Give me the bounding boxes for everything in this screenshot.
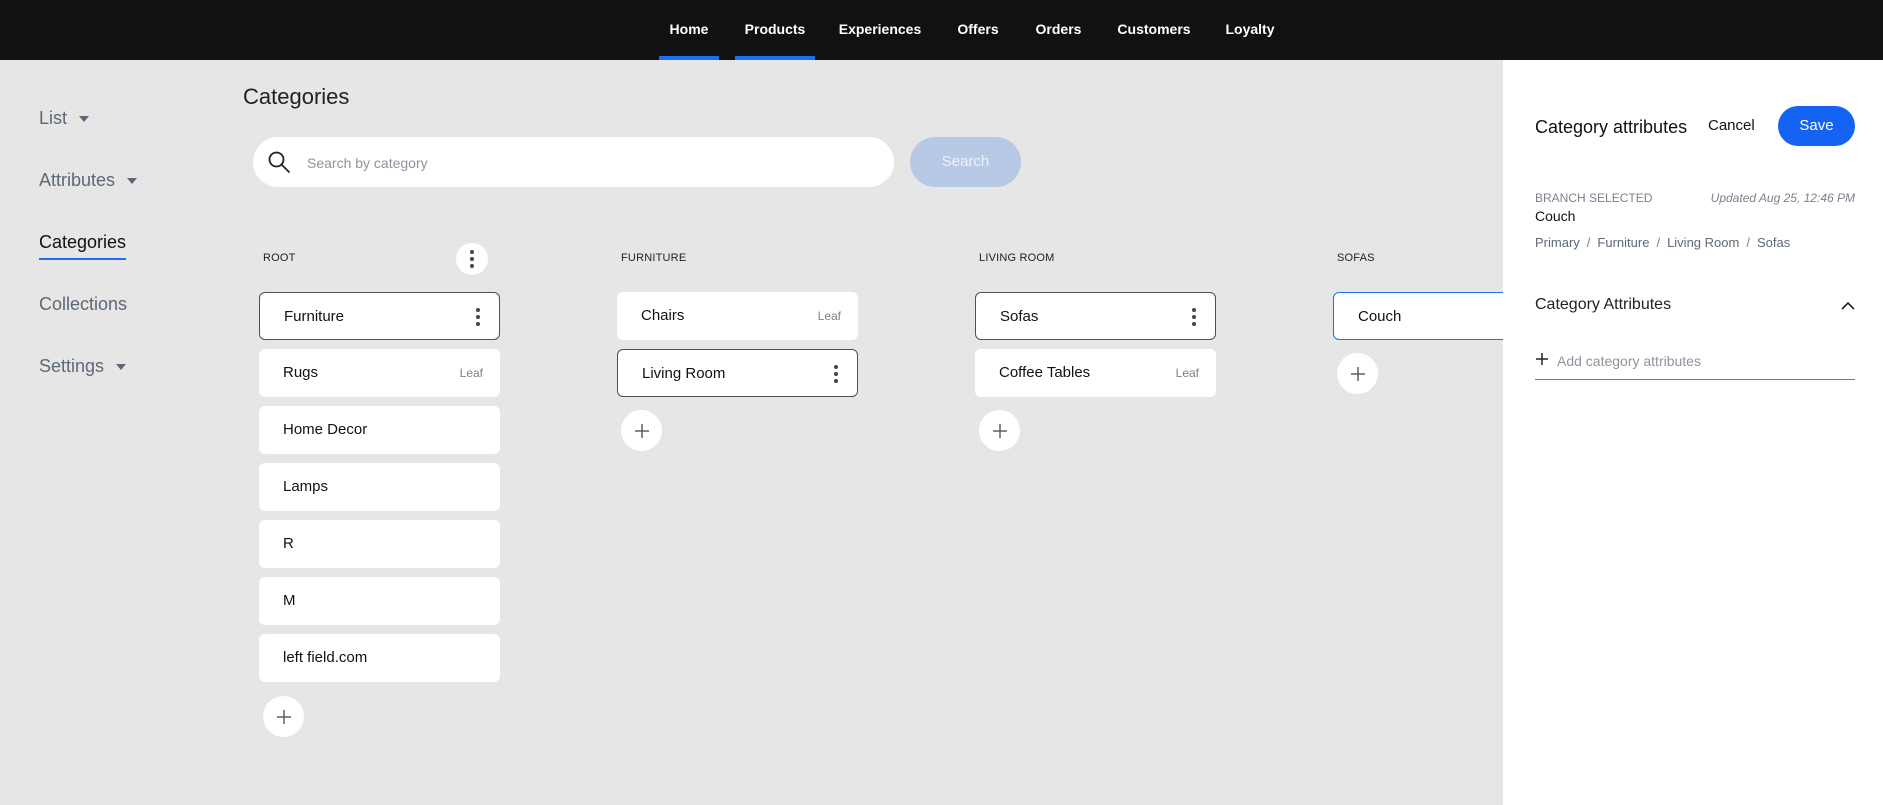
category-attributes-panel: Category attributes Cancel Save BRANCH S… xyxy=(1503,60,1883,805)
sidebar-item-categories[interactable]: Categories xyxy=(39,232,127,260)
sidebar-item-label: Collections xyxy=(39,294,128,314)
add-category-button[interactable] xyxy=(263,696,304,737)
sidebar-item-settings[interactable]: Settings xyxy=(39,356,127,377)
plus-icon xyxy=(1535,352,1549,371)
category-label: Chairs xyxy=(641,307,685,324)
category-label: Lamps xyxy=(283,478,329,495)
more-vertical-icon[interactable] xyxy=(831,364,841,384)
category-card-coffee-tables[interactable]: Coffee Tables Leaf xyxy=(975,349,1216,397)
sidebar-item-label: Attributes xyxy=(39,170,116,190)
caret-down-icon xyxy=(116,364,127,371)
leaf-badge: Leaf xyxy=(459,366,483,380)
more-vertical-icon xyxy=(470,250,474,268)
more-vertical-icon[interactable] xyxy=(473,307,483,327)
search-box xyxy=(253,137,894,189)
search-input[interactable] xyxy=(305,137,869,189)
top-nav: Home Products Experiences Offers Orders … xyxy=(0,0,1883,60)
add-category-button[interactable] xyxy=(621,410,662,451)
category-card-m[interactable]: M xyxy=(259,577,500,625)
category-label: Coffee Tables xyxy=(999,364,1091,381)
nav-experiences[interactable]: Experiences xyxy=(835,0,925,60)
branch-selected-label: BRANCH SELECTED xyxy=(1535,191,1653,205)
sidebar-item-attributes[interactable]: Attributes xyxy=(39,170,138,191)
column-header-living-room: LIVING ROOM xyxy=(979,252,1055,264)
category-label: left field.com xyxy=(283,649,368,666)
breadcrumb-separator: / xyxy=(1586,235,1591,250)
category-card-furniture[interactable]: Furniture xyxy=(259,292,500,340)
category-card-sofas[interactable]: Sofas xyxy=(975,292,1216,340)
plus-icon xyxy=(634,423,649,438)
cancel-button[interactable]: Cancel xyxy=(1708,117,1755,134)
category-card-rugs[interactable]: Rugs Leaf xyxy=(259,349,500,397)
leaf-badge: Leaf xyxy=(817,309,841,323)
column-header-furniture: FURNITURE xyxy=(621,252,687,264)
nav-home[interactable]: Home xyxy=(659,0,719,60)
category-label: Home Decor xyxy=(283,421,368,438)
sidebar-item-list[interactable]: List xyxy=(39,108,90,129)
caret-down-icon xyxy=(127,178,138,185)
save-button[interactable]: Save xyxy=(1778,106,1855,146)
caret-down-icon xyxy=(79,116,90,123)
column-header-root: ROOT xyxy=(263,252,296,264)
category-label: Sofas xyxy=(1000,308,1039,325)
breadcrumb: Primary / Furniture / Living Room / Sofas xyxy=(1535,235,1790,250)
breadcrumb-furniture[interactable]: Furniture xyxy=(1597,235,1649,250)
breadcrumb-sofas[interactable]: Sofas xyxy=(1757,235,1790,250)
breadcrumb-separator: / xyxy=(1656,235,1661,250)
search-button[interactable]: Search xyxy=(910,137,1021,187)
nav-customers[interactable]: Customers xyxy=(1114,0,1194,60)
search-icon xyxy=(267,150,291,179)
nav-offers[interactable]: Offers xyxy=(948,0,1008,60)
sidebar-item-label: Categories xyxy=(39,232,127,252)
updated-timestamp: Updated Aug 25, 12:46 PM xyxy=(1710,191,1855,205)
chevron-up-icon[interactable] xyxy=(1841,298,1855,316)
nav-products[interactable]: Products xyxy=(735,0,815,60)
category-card-lamps[interactable]: Lamps xyxy=(259,463,500,511)
breadcrumb-primary[interactable]: Primary xyxy=(1535,235,1580,250)
category-attributes-section-title: Category Attributes xyxy=(1535,296,1672,313)
category-card-living-room[interactable]: Living Room xyxy=(617,349,858,397)
add-category-attributes-button[interactable]: Add category attributes xyxy=(1535,350,1855,380)
breadcrumb-separator: / xyxy=(1746,235,1750,250)
add-category-button[interactable] xyxy=(979,410,1020,451)
root-more-menu-button[interactable] xyxy=(456,243,488,275)
column-header-sofas: SOFAS xyxy=(1337,252,1375,264)
plus-icon xyxy=(1350,366,1365,381)
add-category-button[interactable] xyxy=(1337,353,1378,394)
category-label: Couch xyxy=(1358,308,1402,325)
nav-loyalty[interactable]: Loyalty xyxy=(1222,0,1278,60)
panel-title: Category attributes xyxy=(1535,117,1688,137)
category-label: Rugs xyxy=(283,364,319,381)
category-label: Furniture xyxy=(284,308,345,325)
leaf-badge: Leaf xyxy=(1175,366,1199,380)
plus-icon xyxy=(992,423,1007,438)
nav-orders[interactable]: Orders xyxy=(1031,0,1086,60)
sidebar-item-label: Settings xyxy=(39,356,105,376)
category-card-r[interactable]: R xyxy=(259,520,500,568)
plus-icon xyxy=(276,709,291,724)
more-vertical-icon[interactable] xyxy=(1189,307,1199,327)
sidebar-item-collections[interactable]: Collections xyxy=(39,294,127,315)
add-category-attributes-label: Add category attributes xyxy=(1557,353,1701,369)
category-card-home-decor[interactable]: Home Decor xyxy=(259,406,500,454)
sidebar-item-label: List xyxy=(39,108,68,128)
category-card-left-field[interactable]: left field.com xyxy=(259,634,500,682)
breadcrumb-living-room[interactable]: Living Room xyxy=(1667,235,1739,250)
category-label: R xyxy=(283,535,294,552)
category-card-chairs[interactable]: Chairs Leaf xyxy=(617,292,858,340)
page-title: Categories xyxy=(243,84,350,109)
category-label: M xyxy=(283,592,296,609)
branch-selected-value: Couch xyxy=(1535,208,1576,224)
category-label: Living Room xyxy=(642,365,726,382)
